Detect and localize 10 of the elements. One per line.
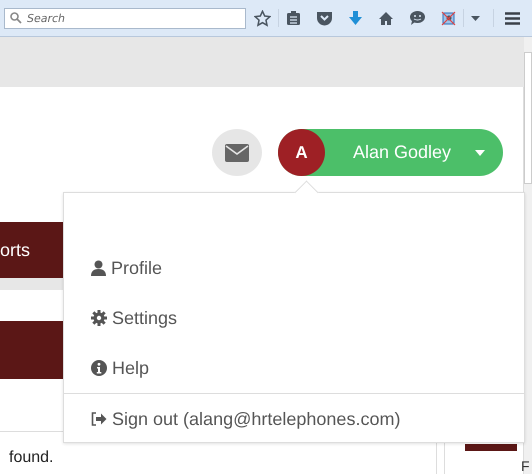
user-menu-button[interactable]: A Alan Godley — [278, 129, 504, 176]
menu-item[interactable]: Sign out (alang@hrtelephones.com) — [64, 394, 524, 444]
status-text: found. — [9, 449, 54, 467]
search-field[interactable]: Search — [4, 8, 246, 28]
menu-item[interactable]: Profile — [64, 243, 524, 293]
nav-tab[interactable]: orts — [0, 222, 63, 278]
avatar: A — [278, 129, 326, 176]
menu-item[interactable]: Help — [64, 343, 524, 393]
menu-item[interactable]: Settings — [64, 293, 524, 343]
side-text: F — [521, 458, 530, 474]
